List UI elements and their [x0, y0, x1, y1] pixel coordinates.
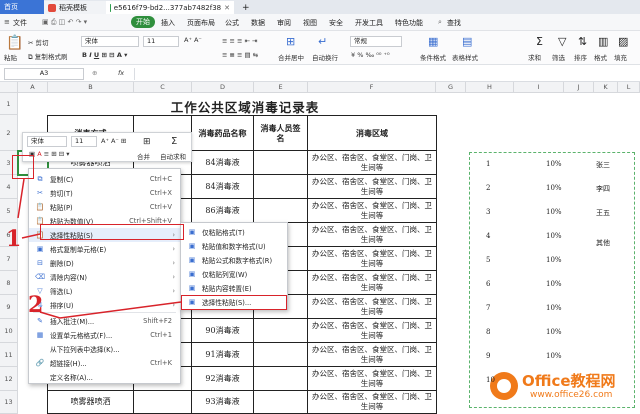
annotation-step-1: 1 [6, 226, 22, 252]
right-num[interactable]: 3 [486, 208, 490, 216]
right-name[interactable]: 其他 [596, 238, 610, 248]
right-num[interactable]: 5 [486, 256, 490, 264]
right-num[interactable]: 4 [486, 232, 490, 240]
right-name[interactable]: 张三 [596, 160, 610, 170]
right-pct[interactable]: 10% [546, 208, 562, 216]
right-num[interactable]: 2 [486, 184, 490, 192]
right-num[interactable]: 7 [486, 304, 490, 312]
right-pct[interactable]: 10% [546, 328, 562, 336]
watermark-url: www.office26.com [530, 390, 613, 400]
right-pct[interactable]: 10% [546, 232, 562, 240]
right-num[interactable]: 1 [486, 160, 490, 168]
watermark: Office教程网 www.office26.com [490, 368, 636, 412]
right-pct[interactable]: 10% [546, 352, 562, 360]
right-num[interactable]: 6 [486, 280, 490, 288]
right-name[interactable]: 李四 [596, 184, 610, 194]
right-pct[interactable]: 10% [546, 280, 562, 288]
right-num[interactable]: 8 [486, 328, 490, 336]
annotation-line-3 [59, 301, 182, 319]
watermark-brand: Office教程网 [522, 372, 616, 390]
annotation-step-2: 2 [28, 292, 44, 318]
annotation-line-2 [21, 233, 41, 239]
right-name[interactable]: 王五 [596, 208, 610, 218]
right-num[interactable]: 9 [486, 352, 490, 360]
annotation-line-1 [17, 178, 25, 219]
right-pct[interactable]: 10% [546, 304, 562, 312]
right-pct[interactable]: 10% [546, 256, 562, 264]
right-pct[interactable]: 10% [546, 184, 562, 192]
right-num[interactable]: 10 [486, 376, 495, 384]
right-pct[interactable]: 10% [546, 160, 562, 168]
annotation-lines [17, 178, 182, 319]
office-logo-inner [497, 379, 511, 393]
